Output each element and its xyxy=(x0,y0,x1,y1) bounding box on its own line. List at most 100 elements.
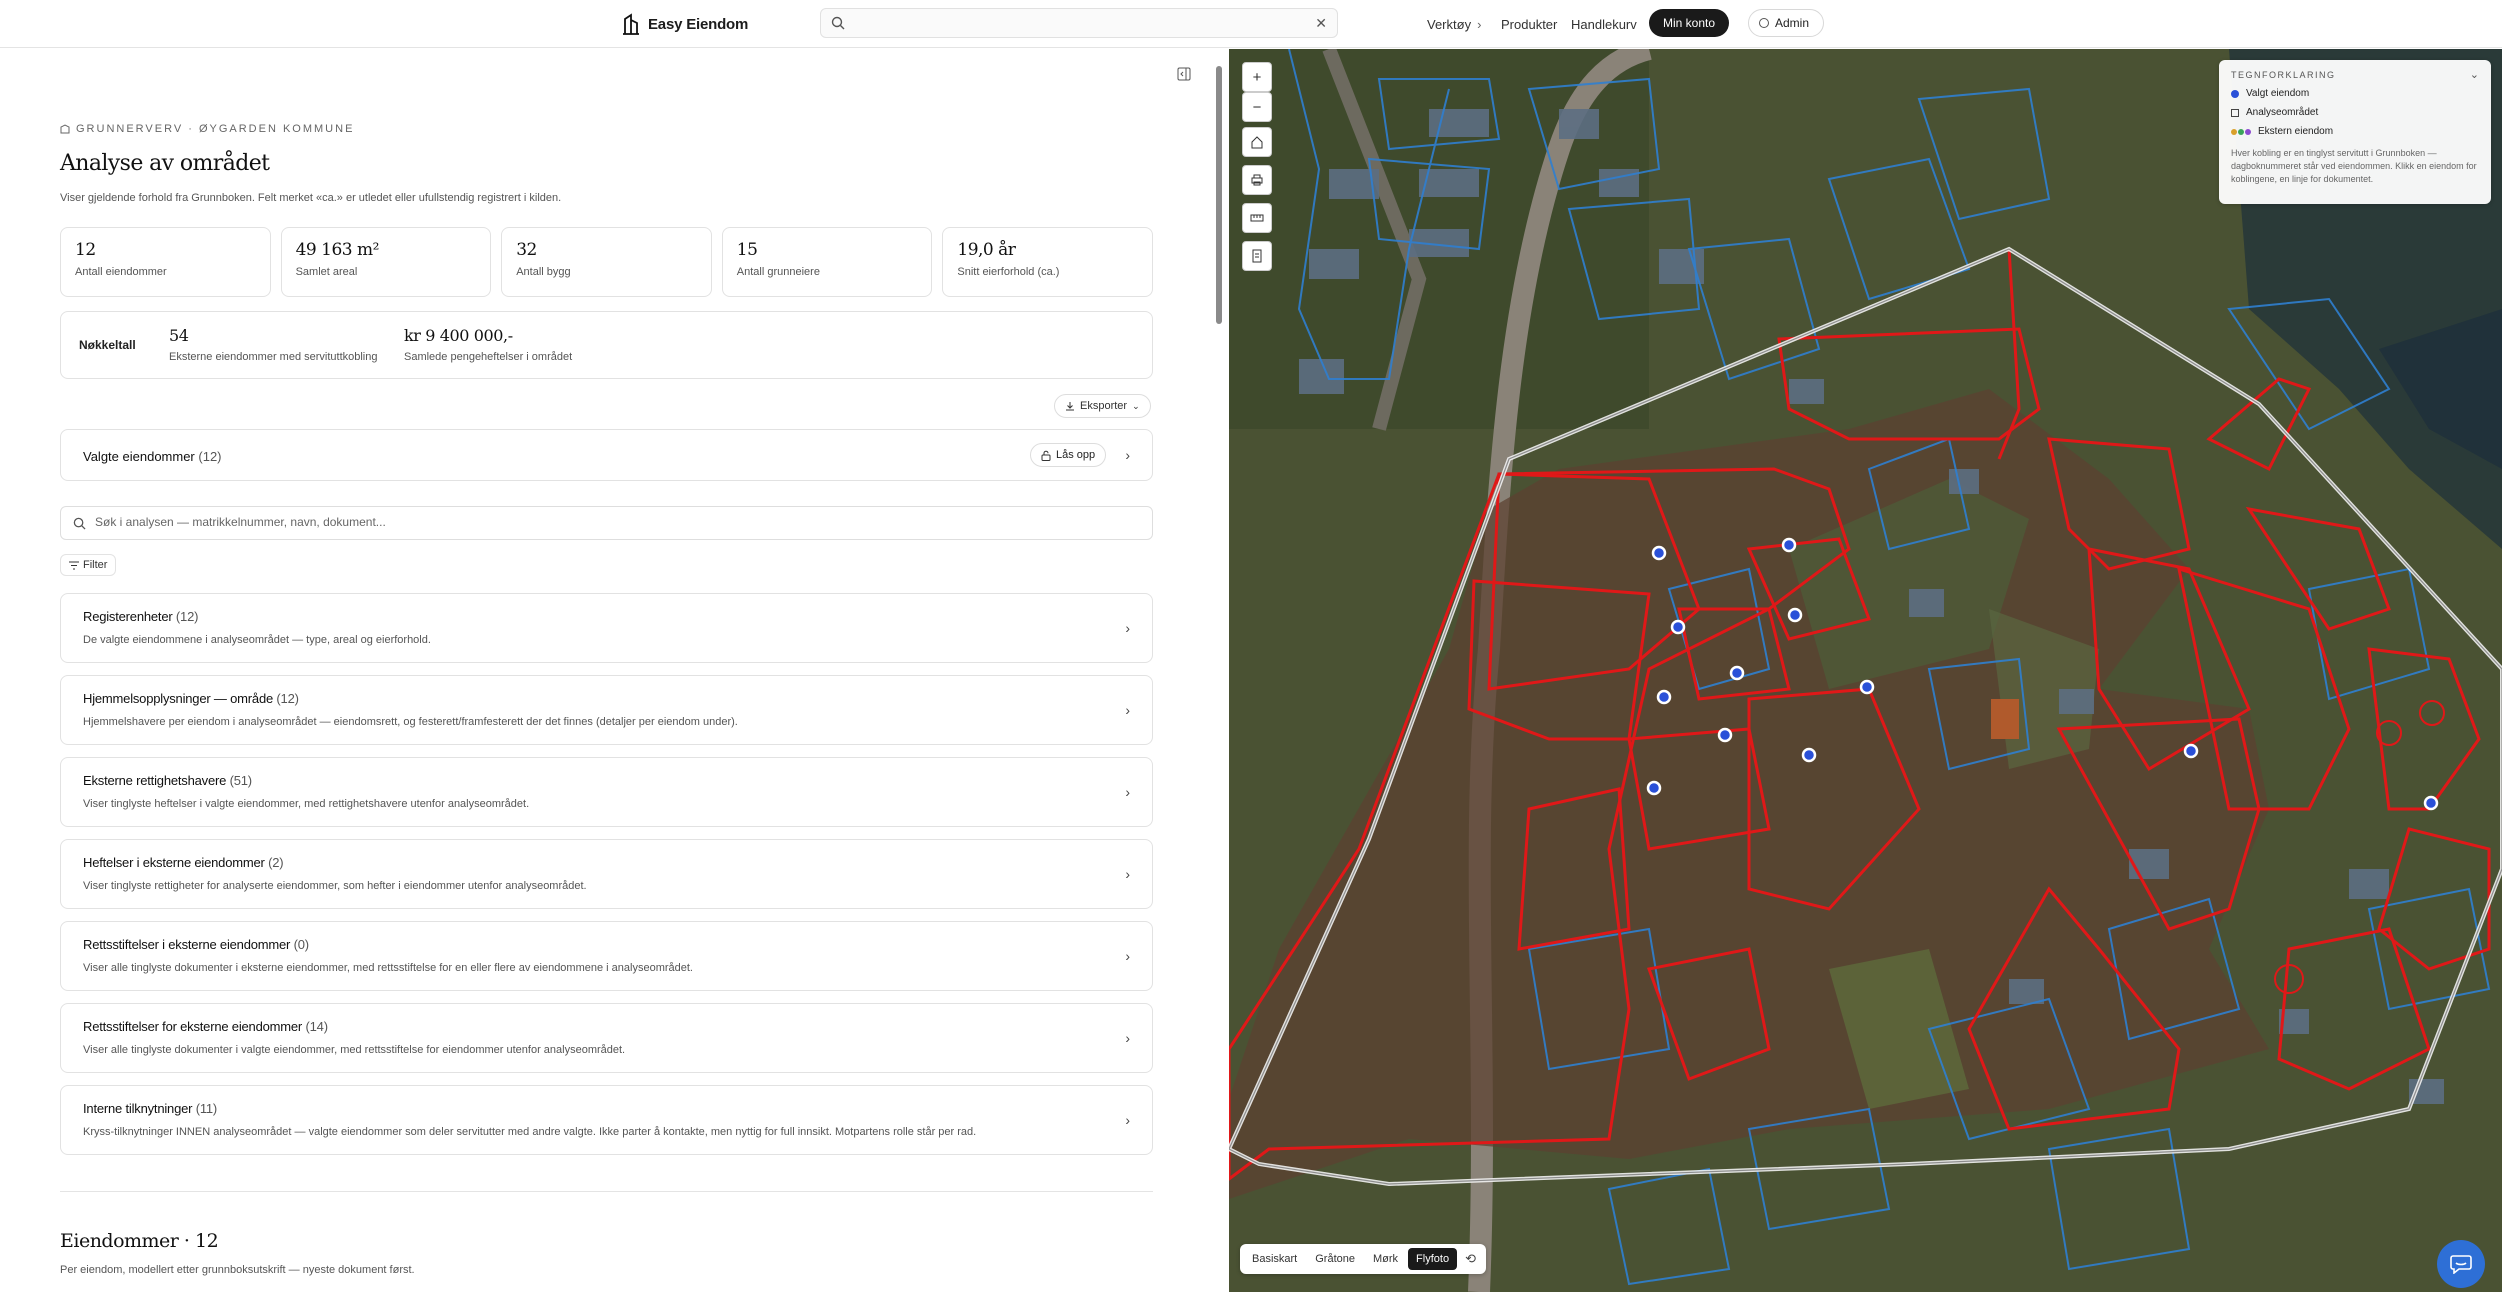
printer-icon xyxy=(1251,174,1263,186)
nav-verktoy-label: Verktøy xyxy=(1427,16,1472,32)
chevron-right-icon: › xyxy=(1125,620,1130,636)
section-desc: De valgte eiendommene i analyseområdet —… xyxy=(83,634,431,646)
print-map-button[interactable] xyxy=(1242,165,1272,195)
legend-title: TEGNFORKLARING xyxy=(2231,70,2336,80)
map-legend: TEGNFORKLARING ⌄ Valgt eiendom Analyseom… xyxy=(2219,60,2491,204)
nokkeltall-value: kr 9 400 000,- xyxy=(404,326,513,345)
section-count: (14) xyxy=(305,1019,329,1034)
divider xyxy=(60,1191,1153,1192)
chevron-down-icon: ⌄ xyxy=(1132,400,1140,411)
legend-label: Analyseområdet xyxy=(2246,107,2319,118)
section-hjemmelsopplysninger[interactable]: Hjemmelsopplysninger — område (12) Hjemm… xyxy=(60,675,1153,745)
nav-handlekurv-label: Handlekurv xyxy=(1571,16,1637,32)
layer-graatone[interactable]: Gråtone xyxy=(1307,1248,1363,1270)
stat-label: Antall grunneiere xyxy=(736,266,820,278)
nav-produkter[interactable]: Produkter xyxy=(1501,0,1557,48)
section-desc: Viser tinglyste heftelser i valgte eiend… xyxy=(83,798,530,810)
measure-button[interactable] xyxy=(1242,203,1272,233)
global-search[interactable]: ✕ xyxy=(820,8,1338,38)
scrollbar-thumb[interactable] xyxy=(1216,66,1222,324)
legend-item: Valgt eiendom xyxy=(2231,88,2479,99)
section-rettsstiftelser-i-eksterne[interactable]: Rettsstiftelser i eksterne eiendommer (0… xyxy=(60,921,1153,991)
analysis-search-input[interactable] xyxy=(95,515,995,529)
layer-switcher: Basiskart Gråtone Mørk Flyfoto ⟲ xyxy=(1240,1244,1486,1274)
nokkeltall-item: 54 Eksterne eiendommer med servituttkobli… xyxy=(169,326,377,363)
top-bar: Easy Eiendom ✕ Verktøy › Produkter Handle… xyxy=(0,0,2502,48)
valgte-label: Valgte eiendommer xyxy=(83,449,195,464)
stat-label: Snitt eierforhold (ca.) xyxy=(957,266,1060,278)
blue-dot-icon xyxy=(2231,89,2239,98)
section-eksterne-rettighetshavere[interactable]: Eksterne rettighetshavere (51) Viser tin… xyxy=(60,757,1153,827)
stat-card: 15 Antall grunneiere xyxy=(721,227,933,297)
section-desc: Viser tinglyste rettigheter for analyser… xyxy=(83,880,587,892)
section-title-text: Interne tilknytninger xyxy=(83,1101,193,1116)
section-registerenheter[interactable]: Registerenheter (12) De valgte eiendomme… xyxy=(60,593,1153,663)
analysis-search[interactable] xyxy=(60,506,1153,540)
layer-flyfoto[interactable]: Flyfoto xyxy=(1408,1248,1458,1270)
chevron-down-icon[interactable]: ⌄ xyxy=(2470,68,2479,81)
section-interne-tilknytninger[interactable]: Interne tilknytninger (11) Kryss-tilknyt… xyxy=(60,1085,1153,1155)
admin-button[interactable]: Admin xyxy=(1748,9,1825,37)
section-title: Registerenheter (12) xyxy=(83,609,198,624)
valgte-eiendommer-row[interactable]: Valgte eiendommer (12) Lås opp › xyxy=(60,429,1153,481)
stat-card: 19,0 år Snitt eierforhold (ca.) xyxy=(942,227,1153,297)
zoom-in-button[interactable]: + xyxy=(1242,62,1272,92)
stat-card: 49 163 m² Samlet areal xyxy=(280,227,492,297)
stat-value: 32 xyxy=(516,240,537,260)
ruler-icon xyxy=(1250,214,1264,222)
export-map-button[interactable] xyxy=(1242,241,1272,271)
section-title: Hjemmelsopplysninger — område (12) xyxy=(83,691,299,706)
logo-text: Easy Eiendom xyxy=(648,15,749,33)
home-button[interactable] xyxy=(1242,127,1272,157)
history-icon[interactable]: ⟲ xyxy=(1459,1251,1482,1267)
aerial-map[interactable] xyxy=(1229,49,2502,1292)
home-icon xyxy=(1251,136,1263,149)
section-desc: Kryss-tilknytninger INNEN analyseområdet… xyxy=(83,1126,977,1138)
scrollbar[interactable] xyxy=(1214,49,1224,1292)
unlock-button[interactable]: Lås opp xyxy=(1030,443,1107,467)
page-title: Analyse av området xyxy=(60,151,270,176)
minus-icon: − xyxy=(1252,98,1262,116)
stat-label: Antall bygg xyxy=(516,266,571,278)
section-title-text: Eksterne rettighetshavere xyxy=(83,773,227,788)
nav-verktoy[interactable]: Verktøy › xyxy=(1427,0,1481,48)
section-count: (0) xyxy=(293,937,310,952)
section-heftelser-eksterne[interactable]: Heftelser i eksterne eiendommer (2) Vise… xyxy=(60,839,1153,909)
layer-basiskart[interactable]: Basiskart xyxy=(1244,1248,1305,1270)
logo-icon xyxy=(623,13,639,35)
section-rettsstiftelser-for-eksterne[interactable]: Rettsstiftelser for eksterne eiendommer … xyxy=(60,1003,1153,1073)
clear-search-icon[interactable]: ✕ xyxy=(1315,15,1327,32)
stat-value: 12 xyxy=(75,240,96,260)
document-icon xyxy=(1252,249,1262,263)
export-button[interactable]: Eksporter ⌄ xyxy=(1054,394,1151,418)
section-title: Interne tilknytninger (11) xyxy=(83,1101,217,1116)
collapse-panel-icon[interactable] xyxy=(1177,67,1191,81)
eyebrow: GRUNNERVERV · ØYGARDEN KOMMUNE xyxy=(60,123,354,135)
map-view[interactable]: + − TEGNFORKLARING ⌄ Valgt eiendom Analy… xyxy=(1229,49,2502,1292)
building-icon xyxy=(60,124,70,134)
chevron-right-icon: › xyxy=(1125,1112,1130,1128)
filter-button[interactable]: Filter xyxy=(60,554,117,576)
nav-produkter-label: Produkter xyxy=(1501,16,1558,32)
section-title-text: Registerenheter xyxy=(83,609,173,624)
layer-mork[interactable]: Mørk xyxy=(1365,1248,1406,1270)
stats-row: 12 Antall eiendommer 49 163 m² Samlet area… xyxy=(60,227,1153,297)
filter-label: Filter xyxy=(83,559,108,571)
section-title-text: Heftelser i eksterne eiendommer xyxy=(83,855,265,870)
stat-label: Antall eiendommer xyxy=(75,266,167,278)
legend-label: Ekstern eiendom xyxy=(2258,126,2334,137)
logo[interactable]: Easy Eiendom xyxy=(622,11,748,37)
nokkeltall-item: kr 9 400 000,- Samlede pengeheftelser i o… xyxy=(404,326,572,363)
stat-value: 19,0 år xyxy=(957,240,1016,260)
eiendommer-title: Eiendommer · 12 xyxy=(60,1230,219,1252)
valgte-count: (12) xyxy=(198,449,222,464)
nokkeltall-label: Eksterne eiendommer med servituttkobling xyxy=(169,351,378,363)
nav-handlekurv[interactable]: Handlekurv xyxy=(1571,0,1637,48)
analysis-panel: GRUNNERVERV · ØYGARDEN KOMMUNE Analyse a… xyxy=(0,49,1229,1292)
zoom-out-button[interactable]: − xyxy=(1242,92,1272,122)
section-desc: Viser alle tinglyste dokumenter i ekster… xyxy=(83,962,693,974)
section-desc: Hjemmelshavere per eiendom i analyseområ… xyxy=(83,716,738,728)
chat-button[interactable] xyxy=(2437,1240,2485,1288)
min-konto-button[interactable]: Min konto xyxy=(1649,9,1730,37)
search-icon xyxy=(73,517,86,530)
